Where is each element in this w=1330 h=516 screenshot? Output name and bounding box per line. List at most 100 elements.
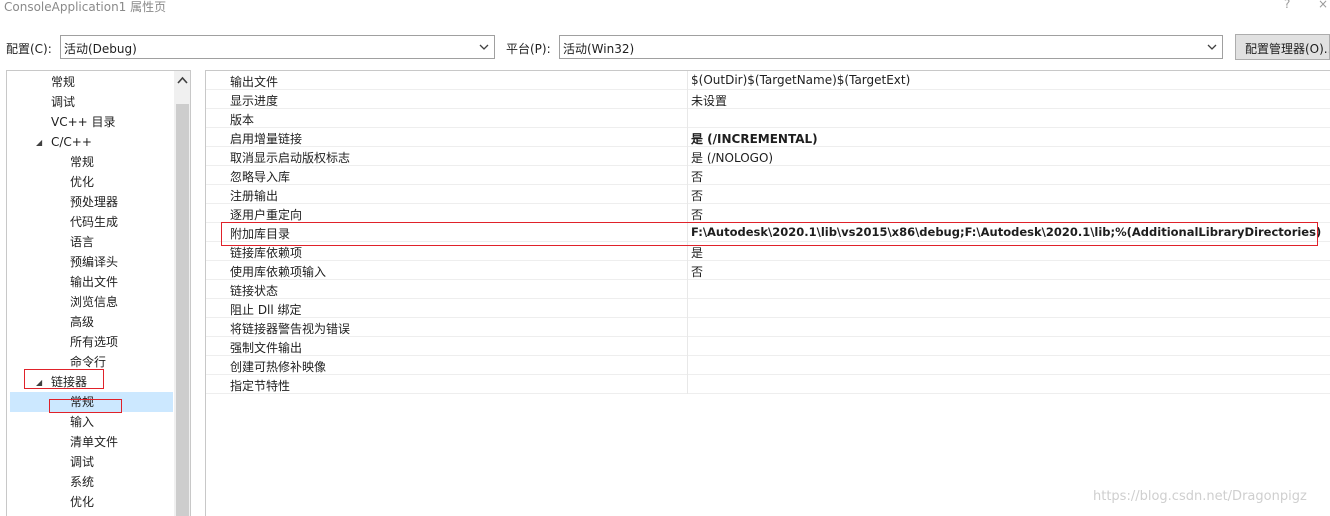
property-name: 取消显示启动版权标志 — [230, 151, 351, 165]
property-row[interactable]: 创建可热修补映像 — [206, 356, 1330, 375]
column-divider — [687, 109, 688, 128]
tree-item-label: 所有选项 — [70, 335, 119, 349]
property-name: 启用增量链接 — [230, 132, 303, 146]
property-row[interactable]: 取消显示启动版权标志 是 (/NOLOGO) — [206, 147, 1330, 166]
property-row[interactable]: 链接库依赖项 是 — [206, 242, 1330, 261]
property-value: 否 — [691, 170, 704, 184]
expand-triangle-icon[interactable]: ◢ — [36, 138, 42, 147]
tree-item-command-line[interactable]: 命令行 — [70, 352, 106, 372]
help-icon[interactable]: ? — [1284, 0, 1290, 11]
tree-item-precompiled-headers[interactable]: 预编译头 — [70, 252, 118, 272]
tree-item-linker-debugging[interactable]: 调试 — [70, 452, 94, 472]
tree-item-system[interactable]: 系统 — [70, 472, 94, 492]
tree-item-manifest[interactable]: 清单文件 — [70, 432, 118, 452]
platform-dropdown-value: 活动(Win32) — [563, 42, 635, 56]
expand-triangle-icon[interactable]: ◢ — [36, 378, 42, 387]
scroll-up-arrow-icon[interactable] — [174, 71, 191, 91]
tree-item-label: 调试 — [51, 95, 76, 109]
tree-item-debugging[interactable]: 调试 — [51, 92, 75, 112]
tree-item-label: 输入 — [70, 415, 95, 429]
property-name: 指定节特性 — [230, 379, 291, 393]
property-value: 否 — [691, 208, 704, 222]
tree-item-input[interactable]: 输入 — [70, 412, 94, 432]
property-name: 附加库目录 — [230, 227, 291, 241]
tree-item-label: 清单文件 — [70, 435, 119, 449]
scroll-thumb[interactable] — [176, 104, 189, 516]
property-row[interactable]: 注册输出 否 — [206, 185, 1330, 204]
tree-item-linker-optimization[interactable]: 优化 — [70, 492, 94, 512]
tree-item-label: 常规 — [51, 75, 76, 89]
config-dropdown[interactable]: 活动(Debug) — [60, 35, 495, 59]
tree-item-label: 预处理器 — [70, 195, 119, 209]
property-value: 否 — [691, 189, 704, 203]
property-tree[interactable]: 常规 调试 VC++ 目录 ◢ C/C++ 常规 优化 预处理器 代码生成 语言… — [6, 70, 191, 516]
property-row[interactable]: 附加库目录 F:\Autodesk\2020.1\lib\vs2015\x86\d… — [206, 223, 1330, 242]
property-name: 链接状态 — [230, 284, 279, 298]
property-row[interactable]: 链接状态 — [206, 280, 1330, 299]
tree-item-label: 输出文件 — [70, 275, 119, 289]
property-value: 是 (/INCREMENTAL) — [691, 132, 818, 146]
column-divider — [687, 90, 688, 109]
column-divider — [687, 128, 688, 147]
property-name: 链接库依赖项 — [230, 246, 303, 260]
tree-item-label: 链接器 — [51, 375, 88, 389]
tree-item-browse-info[interactable]: 浏览信息 — [70, 292, 118, 312]
property-row[interactable]: 使用库依赖项输入 否 — [206, 261, 1330, 280]
close-icon[interactable]: × — [1318, 0, 1328, 11]
tree-item-output-files[interactable]: 输出文件 — [70, 272, 118, 292]
tree-item-preprocessor[interactable]: 预处理器 — [70, 192, 118, 212]
platform-label: 平台(P): — [506, 42, 551, 56]
property-name: 强制文件输出 — [230, 341, 303, 355]
tree-item-language[interactable]: 语言 — [70, 232, 94, 252]
tree-item-cpp-optimization[interactable]: 优化 — [70, 172, 94, 192]
tree-item-linker[interactable]: 链接器 — [51, 372, 87, 392]
column-divider — [687, 375, 688, 394]
tree-item-label: 常规 — [70, 155, 95, 169]
tree-item-c-cpp[interactable]: C/C++ — [51, 132, 92, 152]
column-divider — [687, 261, 688, 280]
property-name: 版本 — [230, 113, 255, 127]
property-row[interactable]: 阻止 Dll 绑定 — [206, 299, 1330, 318]
property-row[interactable]: 启用增量链接 是 (/INCREMENTAL) — [206, 128, 1330, 147]
tree-item-code-generation[interactable]: 代码生成 — [70, 212, 118, 232]
tree-scrollbar[interactable] — [174, 71, 191, 516]
column-divider — [687, 356, 688, 375]
property-row[interactable]: 逐用户重定向 否 — [206, 204, 1330, 223]
tree-item-label: VC++ 目录 — [51, 115, 116, 129]
tree-item-general[interactable]: 常规 — [51, 72, 75, 92]
column-divider — [687, 318, 688, 337]
column-divider — [687, 337, 688, 356]
property-row[interactable]: 输出文件 $(OutDir)$(TargetName)$(TargetExt) — [206, 71, 1330, 90]
tree-item-vc-directories[interactable]: VC++ 目录 — [51, 112, 116, 132]
tree-item-linker-general[interactable]: 常规 — [10, 392, 173, 412]
property-name: 输出文件 — [230, 75, 279, 89]
tree-item-cpp-general[interactable]: 常规 — [70, 152, 94, 172]
window-title: ConsoleApplication1 属性页 — [4, 0, 167, 14]
property-row[interactable]: 忽略导入库 否 — [206, 166, 1330, 185]
platform-dropdown[interactable]: 活动(Win32) — [559, 35, 1223, 59]
property-name: 阻止 Dll 绑定 — [230, 303, 302, 317]
property-name: 将链接器警告视为错误 — [230, 322, 351, 336]
property-row[interactable]: 指定节特性 — [206, 375, 1330, 394]
property-row[interactable]: 将链接器警告视为错误 — [206, 318, 1330, 337]
property-row[interactable]: 显示进度 未设置 — [206, 90, 1330, 109]
property-value: 是 — [691, 246, 704, 260]
column-divider — [687, 299, 688, 318]
tree-item-label: 语言 — [70, 235, 95, 249]
tree-item-all-options[interactable]: 所有选项 — [70, 332, 118, 352]
property-name: 注册输出 — [230, 189, 279, 203]
property-value: 未设置 — [691, 94, 728, 108]
config-manager-button[interactable]: 配置管理器(O)... — [1235, 34, 1330, 60]
tree-item-advanced[interactable]: 高级 — [70, 312, 94, 332]
property-name: 创建可热修补映像 — [230, 360, 327, 374]
property-grid[interactable]: 输出文件 $(OutDir)$(TargetName)$(TargetExt) 显… — [205, 70, 1330, 516]
property-value: 是 (/NOLOGO) — [691, 151, 774, 165]
tree-item-label: 高级 — [70, 315, 95, 329]
column-divider — [687, 71, 688, 90]
column-divider — [687, 185, 688, 204]
property-row[interactable]: 版本 — [206, 109, 1330, 128]
column-divider — [687, 204, 688, 223]
tree-item-label: 浏览信息 — [70, 295, 119, 309]
property-name: 忽略导入库 — [230, 170, 291, 184]
property-row[interactable]: 强制文件输出 — [206, 337, 1330, 356]
